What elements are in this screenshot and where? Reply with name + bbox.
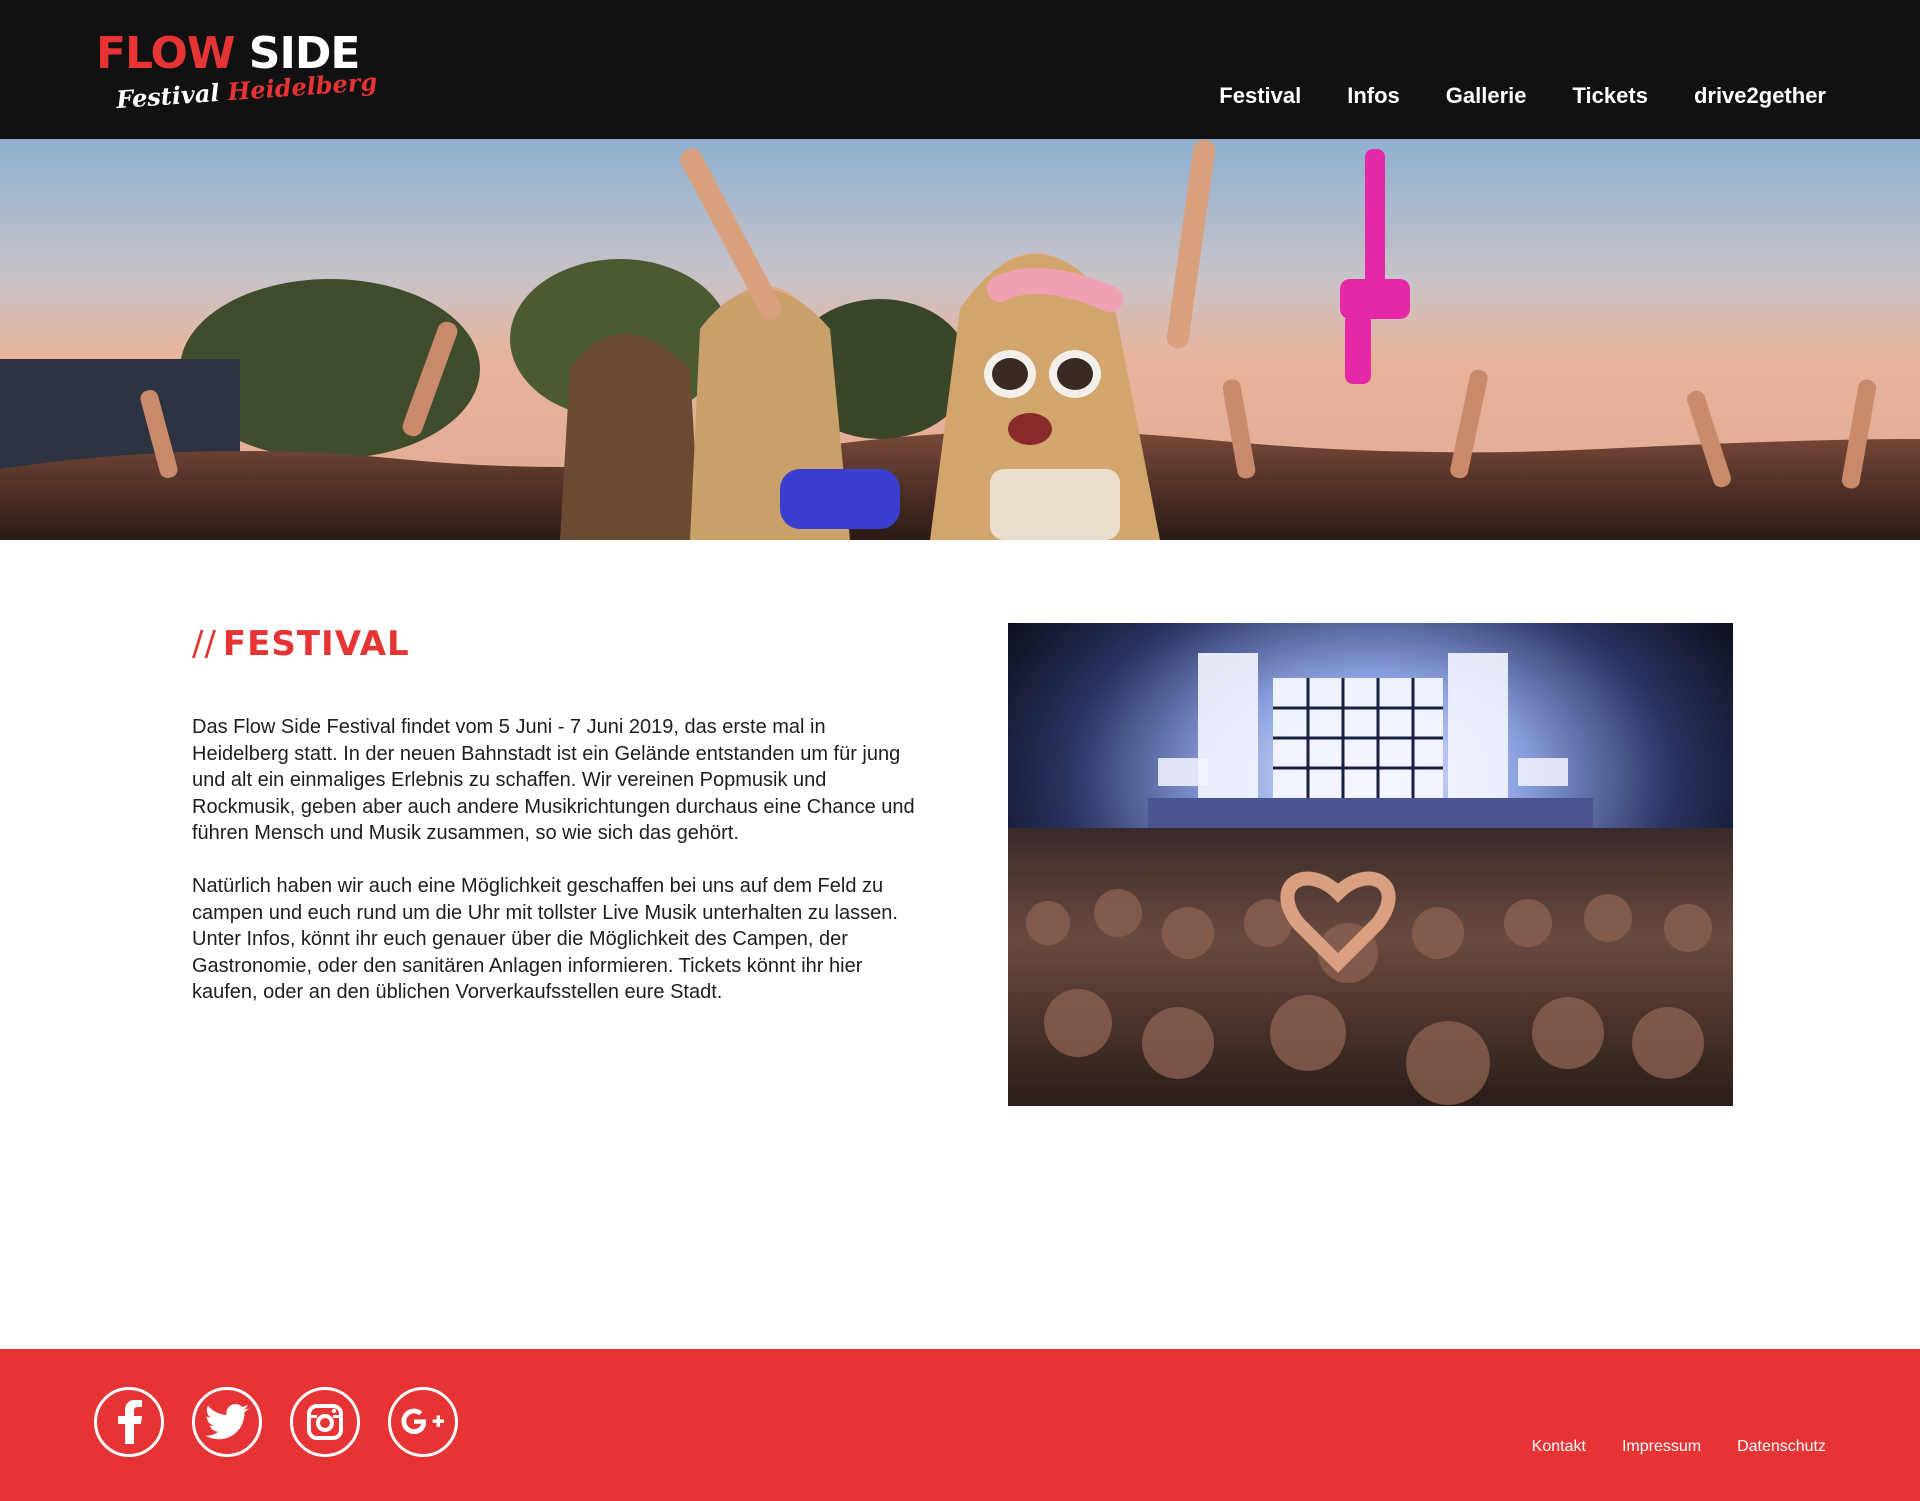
footer-link-kontakt[interactable]: Kontakt (1532, 1437, 1586, 1457)
footer-nav: Kontakt Impressum Datenschutz (1496, 1437, 1826, 1457)
footer-link-datenschutz[interactable]: Datenschutz (1737, 1437, 1826, 1457)
logo[interactable]: FLOW SIDE Festival Heidelberg (96, 28, 378, 115)
section-title: //FESTIVAL (192, 624, 410, 664)
stage-crowd-illustration (1008, 623, 1733, 1106)
site-header: FLOW SIDE Festival Heidelberg Festival I… (0, 0, 1920, 139)
main-nav: Festival Infos Gallerie Tickets drive2ge… (1173, 80, 1826, 112)
intro-paragraph-2: Natürlich haben wir auch eine Möglichkei… (192, 875, 898, 1003)
section-title-text: FESTIVAL (222, 624, 410, 664)
intro-paragraph-1: Das Flow Side Festival findet vom 5 Juni… (192, 716, 915, 844)
nav-infos[interactable]: Infos (1347, 80, 1400, 112)
section-title-slashes: // (192, 624, 217, 664)
nav-gallerie[interactable]: Gallerie (1446, 80, 1527, 112)
nav-tickets[interactable]: Tickets (1573, 80, 1648, 112)
logo-sub-festival: Festival (115, 77, 221, 115)
social-links (94, 1387, 486, 1457)
festival-intro: Das Flow Side Festival findet vom 5 Juni… (192, 714, 922, 1032)
nav-drive2gether[interactable]: drive2gether (1694, 80, 1826, 112)
footer-link-impressum[interactable]: Impressum (1622, 1437, 1701, 1457)
site-footer: Kontakt Impressum Datenschutz (0, 1349, 1920, 1501)
logo-word-flow: FLOW (96, 28, 235, 79)
instagram-icon[interactable] (290, 1387, 360, 1457)
hero-crowd-illustration (0, 139, 1920, 540)
twitter-icon[interactable] (192, 1387, 262, 1457)
hero-image (0, 139, 1920, 540)
facebook-icon[interactable] (94, 1387, 164, 1457)
nav-festival[interactable]: Festival (1219, 80, 1301, 112)
stage-photo (1008, 623, 1733, 1106)
google-plus-icon[interactable] (388, 1387, 458, 1457)
